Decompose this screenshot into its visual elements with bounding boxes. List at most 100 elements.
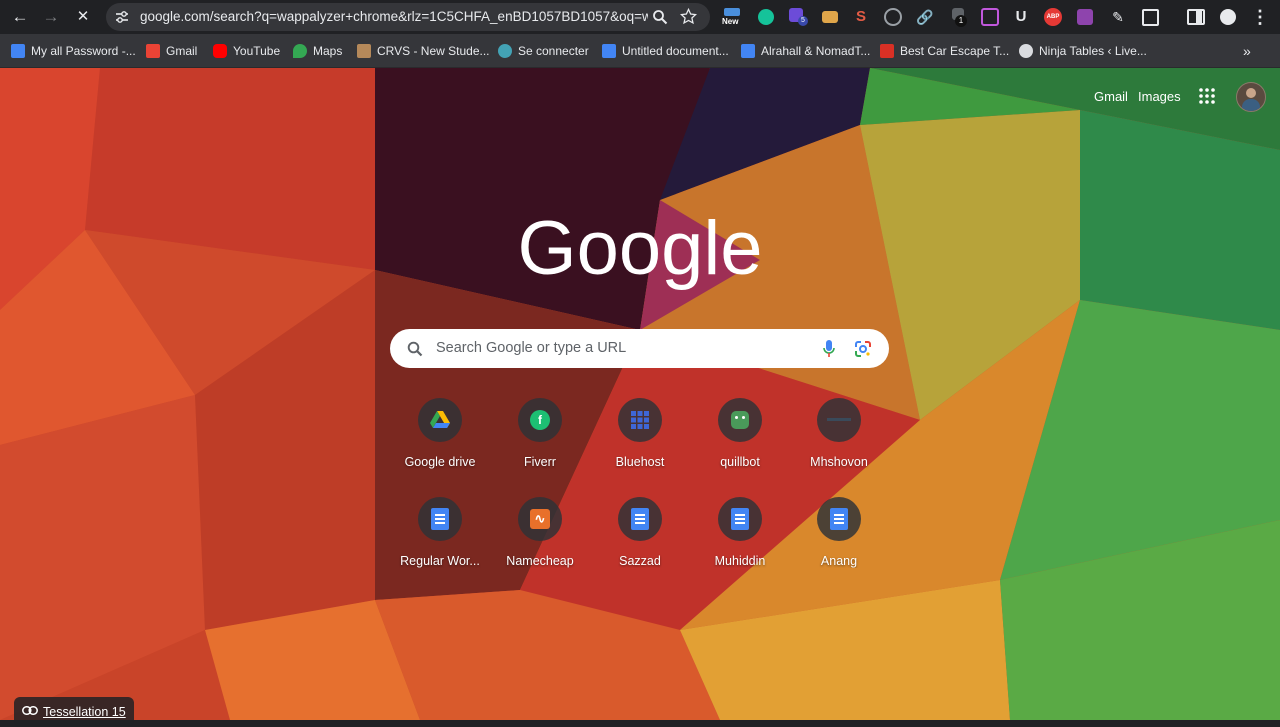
shortcut-label: Google drive bbox=[404, 455, 476, 469]
shortcut-mhshovon[interactable]: Mhshovon bbox=[789, 398, 889, 469]
shortcut-label: Sazzad bbox=[619, 554, 661, 568]
shortcut-label: Fiverr bbox=[524, 455, 556, 469]
shortcut-google-drive[interactable]: Google drive bbox=[390, 398, 490, 469]
bookmark-label: YouTube bbox=[233, 44, 281, 58]
shortcut-muhiddin[interactable]: Muhiddin bbox=[690, 497, 790, 568]
shortcut-label: Bluehost bbox=[615, 455, 665, 469]
docs-icon bbox=[11, 44, 25, 58]
more-bookmarks-chevron-icon[interactable]: » bbox=[1243, 41, 1251, 61]
site-settings-icon[interactable] bbox=[115, 10, 129, 24]
bookmark-item[interactable]: Best Car Escape T... bbox=[880, 41, 1009, 61]
scribe-icon[interactable]: S bbox=[851, 7, 871, 27]
bookmark-label: My all Password -... bbox=[31, 44, 136, 58]
google-drive-icon bbox=[418, 398, 462, 442]
extension-count-icon[interactable]: 1 bbox=[948, 7, 968, 27]
shortcut-label: Regular Wor... bbox=[400, 554, 480, 568]
grammarly-icon[interactable] bbox=[756, 7, 776, 27]
connect-icon bbox=[498, 44, 512, 58]
docs-icon bbox=[817, 497, 861, 541]
google-apps-icon[interactable] bbox=[1199, 88, 1215, 104]
browser-toolbar: ← → ✕ google.com/search?q=wappalyzer+chr… bbox=[0, 0, 1280, 34]
search-input[interactable]: Search Google or type a URL bbox=[436, 340, 626, 356]
bookmark-star-icon[interactable] bbox=[680, 8, 697, 25]
google-logo: Google bbox=[518, 206, 762, 291]
side-panel-icon[interactable] bbox=[1185, 7, 1205, 27]
stop-loading-button[interactable]: ✕ bbox=[72, 6, 94, 28]
shortcut-label: Muhiddin bbox=[714, 554, 766, 568]
quillbot-icon bbox=[718, 398, 762, 442]
docs-icon bbox=[741, 44, 755, 58]
crvs-icon bbox=[357, 44, 371, 58]
bookmark-label: Alrahall & NomadT... bbox=[761, 44, 871, 58]
bluehost-icon bbox=[618, 398, 662, 442]
bookmark-item[interactable]: Ninja Tables ‹ Live... bbox=[1019, 41, 1147, 61]
link-icon bbox=[22, 706, 38, 715]
back-button[interactable]: ← bbox=[9, 6, 31, 28]
bookmark-item[interactable]: Alrahall & NomadT... bbox=[741, 41, 870, 61]
shortcut-quillbot[interactable]: quillbot bbox=[690, 398, 790, 469]
bookmark-item[interactable]: My all Password -... bbox=[11, 41, 136, 61]
bookmark-item[interactable]: Se connecter bbox=[498, 41, 589, 61]
account-avatar[interactable] bbox=[1236, 82, 1266, 112]
extension-icon[interactable] bbox=[980, 7, 1000, 27]
bookmark-item[interactable]: Maps bbox=[293, 41, 342, 61]
shortcut-anang[interactable]: Anang bbox=[789, 497, 889, 568]
game-icon bbox=[880, 44, 894, 58]
bookmark-label: Maps bbox=[313, 44, 343, 58]
mhshovon-icon bbox=[817, 398, 861, 442]
shortcut-label: quillbot bbox=[720, 455, 760, 469]
shortcut-label: Anang bbox=[820, 554, 858, 568]
google-lens-icon[interactable] bbox=[854, 340, 872, 358]
forward-button[interactable]: → bbox=[40, 6, 62, 28]
profile-icon[interactable] bbox=[1218, 7, 1238, 27]
background-attribution[interactable]: Tessellation 15 bbox=[14, 697, 134, 727]
fiverr-icon: f bbox=[518, 398, 562, 442]
gmail-link[interactable]: Gmail bbox=[1094, 89, 1128, 104]
attribution-label[interactable]: Tessellation 15 bbox=[43, 705, 126, 719]
wordpress-icon[interactable] bbox=[883, 7, 903, 27]
pen-extension-icon[interactable]: ✎ bbox=[1108, 7, 1128, 27]
shortcut-regular-work[interactable]: Regular Wor... bbox=[390, 497, 490, 568]
images-link[interactable]: Images bbox=[1138, 89, 1181, 104]
shortcut-fiverr[interactable]: f Fiverr bbox=[490, 398, 590, 469]
docs-icon bbox=[718, 497, 762, 541]
gmail-icon bbox=[146, 44, 160, 58]
address-bar[interactable]: google.com/search?q=wappalyzer+chrome&rl… bbox=[106, 3, 710, 31]
extension-icon[interactable] bbox=[820, 7, 840, 27]
bookmark-item[interactable]: Untitled document... bbox=[602, 41, 729, 61]
extension-icon[interactable] bbox=[1075, 7, 1095, 27]
wordpress-icon bbox=[1019, 44, 1033, 58]
namecheap-icon: ∿ bbox=[518, 497, 562, 541]
shortcut-sazzad[interactable]: Sazzad bbox=[590, 497, 690, 568]
new-tab-page bbox=[0, 68, 1280, 720]
svg-text:Google: Google bbox=[518, 206, 762, 291]
bookmark-label: Untitled document... bbox=[622, 44, 729, 58]
url-text[interactable]: google.com/search?q=wappalyzer+chrome&rl… bbox=[140, 9, 648, 24]
maps-icon bbox=[293, 44, 307, 58]
search-icon bbox=[407, 341, 423, 357]
shortcut-label: Mhshovon bbox=[810, 455, 868, 469]
bookmark-label: Best Car Escape T... bbox=[900, 44, 1010, 58]
search-box[interactable]: Search Google or type a URL bbox=[390, 329, 889, 368]
bookmark-label: Gmail bbox=[166, 44, 198, 58]
voice-search-icon[interactable] bbox=[822, 339, 836, 359]
bookmark-label: Se connecter bbox=[518, 44, 589, 58]
docs-icon bbox=[602, 44, 616, 58]
bookmark-item[interactable]: CRVS - New Stude... bbox=[357, 41, 490, 61]
adblock-plus-icon[interactable]: ABP bbox=[1043, 7, 1063, 27]
bookmark-item[interactable]: YouTube bbox=[213, 41, 280, 61]
docs-icon bbox=[618, 497, 662, 541]
extension-badge-icon[interactable]: 5 bbox=[788, 7, 808, 27]
bookmark-label: CRVS - New Stude... bbox=[377, 44, 490, 58]
menu-kebab-icon[interactable]: ⋮ bbox=[1250, 7, 1270, 27]
youtube-icon bbox=[213, 44, 227, 58]
bookmark-label: Ninja Tables ‹ Live... bbox=[1039, 44, 1147, 58]
new-badge-extension-icon[interactable]: New bbox=[722, 7, 742, 27]
puzzle-icon[interactable] bbox=[1140, 7, 1160, 27]
zoom-icon[interactable] bbox=[652, 9, 668, 25]
link-icon[interactable]: 🔗 bbox=[915, 7, 935, 27]
bookmark-item[interactable]: Gmail bbox=[146, 41, 197, 61]
unicheck-icon[interactable]: U bbox=[1011, 7, 1031, 27]
shortcut-namecheap[interactable]: ∿ Namecheap bbox=[490, 497, 590, 568]
shortcut-bluehost[interactable]: Bluehost bbox=[590, 398, 690, 469]
